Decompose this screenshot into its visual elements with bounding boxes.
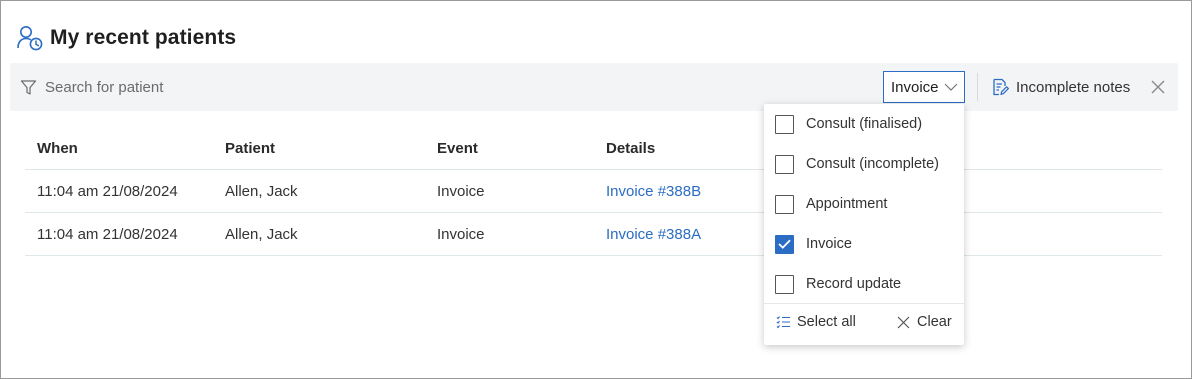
- option-label: Record update: [806, 276, 902, 292]
- table-row[interactable]: 11:04 am 21/08/2024 Allen, Jack Invoice …: [25, 213, 1162, 256]
- dropdown-footer: Select all Clear: [764, 304, 964, 345]
- recent-events-table: When Patient Event Details 11:04 am 21/0…: [25, 127, 1162, 256]
- cell-patient: Allen, Jack: [225, 182, 298, 200]
- option-label: Consult (finalised): [806, 116, 923, 132]
- column-header-event[interactable]: Event: [437, 140, 606, 157]
- option-invoice[interactable]: Invoice: [764, 224, 964, 264]
- incomplete-notes-button[interactable]: Incomplete notes: [991, 75, 1130, 99]
- table-header: When Patient Event Details: [25, 127, 1162, 170]
- cell-event: Invoice: [437, 182, 485, 200]
- option-consult-incomplete[interactable]: Consult (incomplete): [764, 144, 964, 184]
- option-record-update[interactable]: Record update: [764, 264, 964, 304]
- event-filter-dropdown: Consult (finalised) Consult (incomplete)…: [764, 104, 964, 345]
- clear-label: Clear: [917, 314, 952, 330]
- checkmark-icon: [778, 239, 791, 249]
- checkbox[interactable]: [775, 274, 794, 294]
- option-appointment[interactable]: Appointment: [764, 184, 964, 224]
- select-all-icon: [776, 316, 790, 329]
- option-label: Consult (incomplete): [806, 156, 939, 172]
- checkbox[interactable]: [775, 154, 794, 174]
- filter-icon: [20, 79, 37, 95]
- option-consult-finalised[interactable]: Consult (finalised): [764, 104, 964, 144]
- cell-event: Invoice: [437, 225, 485, 243]
- search-input[interactable]: [45, 78, 345, 96]
- event-filter-select[interactable]: Invoice: [883, 71, 965, 103]
- note-edit-icon: [993, 78, 1009, 96]
- option-label: Invoice: [806, 236, 852, 252]
- page-title: My recent patients: [50, 26, 237, 49]
- patient-search[interactable]: [20, 75, 345, 99]
- patient-clock-icon: [17, 26, 43, 51]
- cell-when: 11:04 am 21/08/2024: [37, 225, 178, 243]
- recent-patients-panel: My recent patients Invoice Incomplete no…: [0, 0, 1192, 379]
- close-icon[interactable]: [1149, 78, 1167, 96]
- filter-toolbar: Invoice Incomplete notes: [10, 63, 1178, 111]
- cell-patient: Allen, Jack: [225, 225, 298, 243]
- chevron-down-icon: [944, 83, 958, 91]
- select-all-label: Select all: [797, 314, 856, 330]
- clear-button[interactable]: Clear: [897, 314, 952, 330]
- select-all-button[interactable]: Select all: [776, 314, 856, 330]
- table-row[interactable]: 11:04 am 21/08/2024 Allen, Jack Invoice …: [25, 170, 1162, 213]
- column-header-when[interactable]: When: [25, 140, 225, 157]
- cell-when: 11:04 am 21/08/2024: [37, 182, 178, 200]
- panel-header: My recent patients: [16, 23, 236, 53]
- event-filter-value: Invoice: [891, 78, 939, 96]
- clear-x-icon: [897, 316, 910, 328]
- checkbox-checked[interactable]: [775, 234, 794, 254]
- toolbar-divider: [977, 73, 978, 101]
- incomplete-notes-label: Incomplete notes: [1016, 78, 1131, 96]
- checkbox[interactable]: [775, 114, 794, 134]
- checkbox[interactable]: [775, 194, 794, 214]
- column-header-patient[interactable]: Patient: [225, 140, 437, 157]
- option-label: Appointment: [806, 196, 888, 212]
